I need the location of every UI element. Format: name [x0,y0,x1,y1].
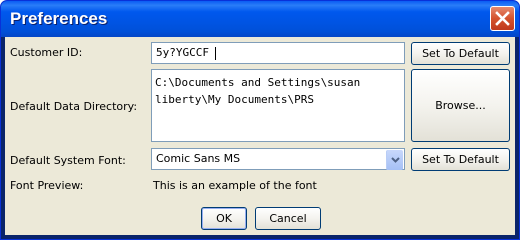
system-font-value: Comic Sans MS [156,152,241,165]
data-directory-label: Default Data Directory: [10,100,138,113]
cancel-label: Cancel [269,212,307,225]
data-directory-textarea[interactable]: C:\Documents and Settings\susan liberty\… [151,69,405,142]
close-button[interactable] [490,6,515,31]
system-font-default-button[interactable]: Set To Default [411,148,510,171]
system-font-default-label: Set To Default [422,153,499,166]
customer-id-default-label: Set To Default [422,47,499,60]
data-directory-text: C:\Documents and Settings\susan liberty\… [155,74,360,108]
system-font-select[interactable]: Comic Sans MS [151,148,405,170]
text-caret [215,47,216,60]
font-preview-label: Font Preview: [10,179,84,192]
system-font-label: Default System Font: [10,154,126,167]
browse-button[interactable]: Browse... [411,69,510,142]
ok-label: OK [216,212,232,225]
customer-id-input[interactable]: 5y?YGCCF [151,42,405,64]
customer-id-label: Customer ID: [10,46,83,59]
font-preview-text: This is an example of the font [153,179,317,192]
data-directory-line-1: C:\Documents and Settings\susan [155,76,361,89]
cancel-button[interactable]: Cancel [255,207,321,230]
title-bar[interactable]: Preferences [1,1,519,37]
window-title: Preferences [10,9,108,28]
data-directory-line-2: liberty\My Documents\PRS [155,93,314,106]
preferences-dialog: Preferences Customer ID: 5y?YGCCF Set To… [0,0,520,240]
ok-button[interactable]: OK [201,207,247,230]
customer-id-value: 5y?YGCCF [156,46,209,59]
browse-label: Browse... [435,99,486,112]
customer-id-default-button[interactable]: Set To Default [411,42,510,65]
dropdown-button[interactable] [386,150,403,170]
close-icon [495,11,510,26]
dialog-body: Customer ID: 5y?YGCCF Set To Default Def… [5,37,515,235]
chevron-down-icon [391,157,400,163]
